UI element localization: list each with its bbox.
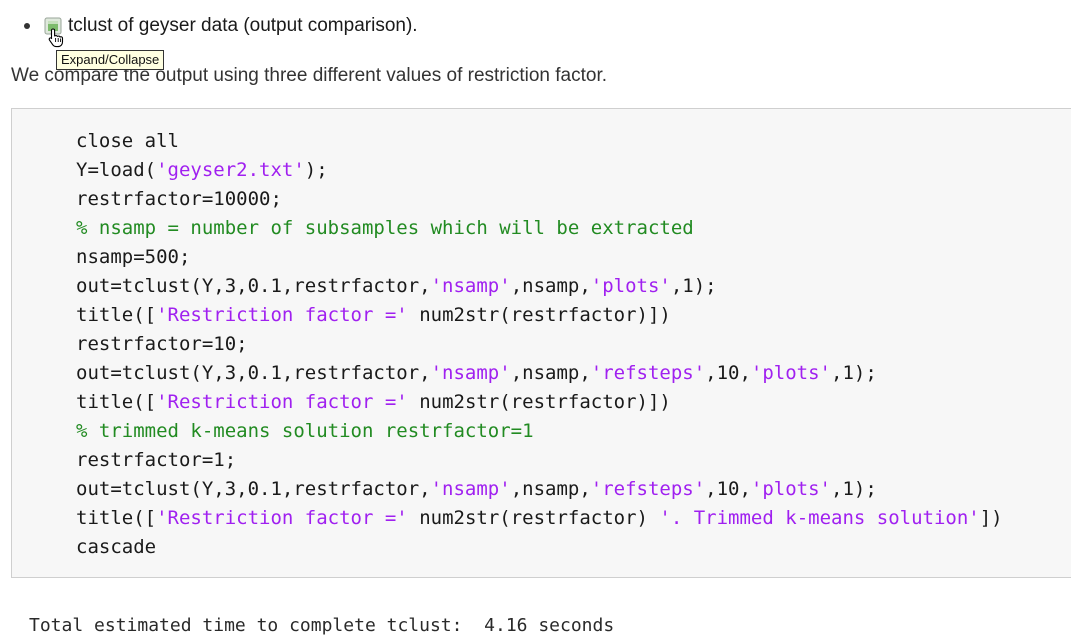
code-line: close all (76, 127, 1003, 156)
code-line: cascade (76, 533, 1003, 562)
code-line: title(['Restriction factor =' num2str(re… (76, 301, 1003, 330)
code-string: 'plots' (750, 478, 831, 500)
code-comment: % nsamp = number of subsamples which wil… (76, 217, 694, 239)
code-token: ]) (979, 507, 1003, 529)
code-token: ,nsamp, (510, 362, 591, 384)
code-token: cascade (76, 536, 157, 558)
code-line: % nsamp = number of subsamples which wil… (76, 214, 1003, 243)
code-token: title([ (76, 507, 157, 529)
code-token: ); (304, 159, 328, 181)
code-line: title(['Restriction factor =' num2str(re… (76, 388, 1003, 417)
code-token: title([ (76, 391, 157, 413)
code-token: num2str(restrfactor)]) (407, 391, 671, 413)
code-string: 'plots' (750, 362, 831, 384)
code-token: close all (76, 130, 179, 152)
code-token: Y=load( (76, 159, 157, 181)
hand-pointer-cursor-icon (47, 28, 65, 48)
code-string: 'refsteps' (590, 362, 706, 384)
code-token: restrfactor=10000; (76, 188, 282, 210)
code-line: out=tclust(Y,3,0.1,restrfactor,'nsamp',n… (76, 359, 1003, 388)
code-token: restrfactor=10; (76, 333, 248, 355)
code-token: out=tclust(Y,3,0.1,restrfactor, (76, 478, 431, 500)
bullet-dot (24, 23, 30, 29)
code-line: nsamp=500; (76, 243, 1003, 272)
code-line: title(['Restriction factor =' num2str(re… (76, 504, 1003, 533)
code-token: ,10, (705, 478, 751, 500)
code-string: 'plots' (590, 275, 671, 297)
code-string: 'nsamp' (430, 478, 511, 500)
code-token: title([ (76, 304, 157, 326)
code-token: ,1); (831, 362, 877, 384)
code-line: out=tclust(Y,3,0.1,restrfactor,'nsamp',n… (76, 272, 1003, 301)
code-token: ,nsamp, (510, 275, 591, 297)
code-block[interactable]: close all Y=load('geyser2.txt'); restrfact… (11, 108, 1071, 578)
code-line: out=tclust(Y,3,0.1,restrfactor,'nsamp',n… (76, 475, 1003, 504)
code-string: 'Restriction factor =' (156, 304, 408, 326)
command-output: Total estimated time to complete tclust:… (29, 615, 615, 636)
code-token: num2str(restrfactor) (407, 507, 660, 529)
code-token: ,10, (705, 362, 751, 384)
code-line: restrfactor=10000; (76, 185, 1003, 214)
code-token: ,1); (831, 478, 877, 500)
code-listing: close all Y=load('geyser2.txt'); restrfact… (76, 127, 1003, 562)
example-header: tclust of geyser data (output comparison… (22, 12, 418, 40)
code-string: 'Restriction factor =' (156, 391, 408, 413)
code-string: 'Restriction factor =' (156, 507, 408, 529)
code-line: restrfactor=1; (76, 446, 1003, 475)
code-comment: % trimmed k-means solution restrfactor=1 (76, 420, 534, 442)
code-token: restrfactor=1; (76, 449, 237, 471)
code-token: out=tclust(Y,3,0.1,restrfactor, (76, 275, 431, 297)
example-title[interactable]: tclust of geyser data (output comparison… (68, 15, 418, 37)
code-string: 'geyser2.txt' (156, 159, 305, 181)
code-line: Y=load('geyser2.txt'); (76, 156, 1003, 185)
code-string: 'nsamp' (430, 362, 511, 384)
code-token: out=tclust(Y,3,0.1,restrfactor, (76, 362, 431, 384)
code-string: '. Trimmed k-means solution' (659, 507, 980, 529)
expand-collapse-tooltip: Expand/Collapse (56, 50, 165, 70)
code-line: % trimmed k-means solution restrfactor=1 (76, 417, 1003, 446)
code-string: 'refsteps' (590, 478, 706, 500)
code-token: nsamp=500; (76, 246, 191, 268)
code-token: ,1); (670, 275, 717, 297)
code-line: restrfactor=10; (76, 330, 1003, 359)
code-token: ,nsamp, (510, 478, 591, 500)
code-token: num2str(restrfactor)]) (407, 304, 671, 326)
code-string: 'nsamp' (430, 275, 511, 297)
